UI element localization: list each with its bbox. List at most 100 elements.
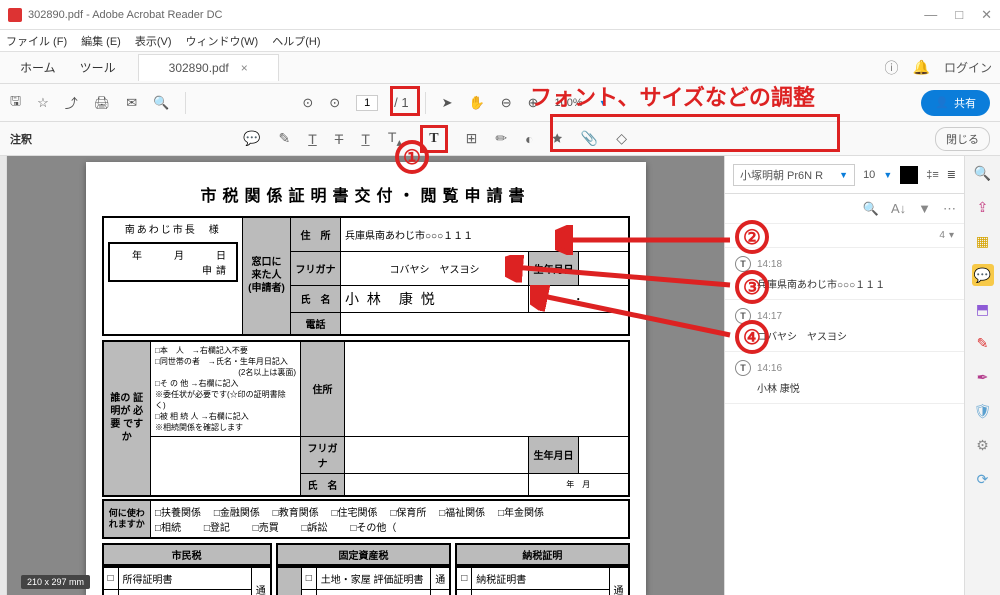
- cursor-icon[interactable]: ➤: [442, 95, 453, 111]
- use-h[interactable]: □相続: [155, 523, 181, 534]
- zoom-out-icon[interactable]: ⊖: [501, 95, 512, 111]
- tab-home[interactable]: ホーム: [8, 52, 68, 83]
- who-opt-a[interactable]: □本 人 →右欄記入不要: [155, 345, 296, 356]
- use-header: 何に使わ れますか: [103, 500, 151, 538]
- to-icon[interactable]: ⤴: [65, 93, 78, 112]
- filter-icon[interactable]: ▼: [918, 201, 931, 216]
- date-box: 年 月 日 申請: [108, 242, 239, 282]
- menu-help[interactable]: ヘルプ(H): [272, 33, 320, 49]
- use-g[interactable]: □年金関係: [498, 508, 544, 519]
- rail-convert-icon[interactable]: ⟳: [972, 468, 994, 490]
- rail-export-icon[interactable]: ⇪: [972, 196, 994, 218]
- toolbar: 🖫 ☆ ⤴ 🖨 ✉ 🔍 ⊙ ⊙ / 1 ➤ ✋ ⊖ ⊕ 100% ▼ 👤 共有: [0, 84, 1000, 122]
- comment-item[interactable]: T14:16 小林 康悦: [725, 352, 964, 404]
- menu-window[interactable]: ウィンドウ(W): [186, 33, 259, 49]
- color-swatch[interactable]: [900, 166, 918, 184]
- search-comments-icon[interactable]: 🔍: [863, 201, 879, 217]
- use-e[interactable]: □保育所: [390, 508, 426, 519]
- rail-search-icon[interactable]: 🔍: [972, 162, 994, 184]
- rail-edit-icon[interactable]: ✎: [972, 332, 994, 354]
- sort-az-icon[interactable]: A↓: [891, 201, 906, 216]
- who-opt-d[interactable]: □被 相 続 人 →右欄に記入: [155, 411, 296, 422]
- close-icon[interactable]: ✕: [981, 7, 992, 23]
- font-size[interactable]: 10: [863, 169, 875, 181]
- annot-3: ③: [735, 270, 769, 304]
- size-dropdown-icon[interactable]: ▼: [883, 170, 892, 180]
- rail-protect-icon[interactable]: 🛡: [972, 400, 994, 422]
- hand-icon[interactable]: ✋: [469, 95, 485, 111]
- tab-document[interactable]: 302890.pdf ×: [138, 54, 279, 81]
- rail-comment-icon[interactable]: 💬: [972, 264, 994, 286]
- help-icon[interactable]: ⓘ: [885, 58, 899, 78]
- login-link[interactable]: ログイン: [944, 59, 992, 76]
- annot-fontbox: [550, 114, 840, 152]
- use-a[interactable]: □扶養関係: [155, 508, 201, 519]
- comment-text: 小林 康悦: [735, 380, 954, 395]
- note-icon[interactable]: 💬: [243, 130, 260, 147]
- use-l[interactable]: □その他（: [350, 523, 396, 534]
- page-down-icon[interactable]: ⊙: [329, 95, 340, 111]
- list-icon[interactable]: ≣: [947, 168, 956, 181]
- left-rail[interactable]: [0, 156, 7, 595]
- who-opt-b[interactable]: □同世帯の者 →氏名・生年月日記入: [155, 356, 296, 367]
- menu-edit[interactable]: 編集 (E): [81, 33, 121, 49]
- underline-t-icon[interactable]: T: [308, 131, 317, 147]
- use-i[interactable]: □登記: [204, 523, 230, 534]
- menu-view[interactable]: 表示(V): [135, 33, 172, 49]
- textbox-icon[interactable]: ⊞: [466, 130, 478, 147]
- use-d[interactable]: □住宅関係: [331, 508, 377, 519]
- pencil-icon[interactable]: ✏: [495, 130, 507, 147]
- sort-dropdown-icon[interactable]: ▾: [949, 230, 954, 241]
- rail-combine-icon[interactable]: ⬒: [972, 298, 994, 320]
- font-dropdown-icon: ▼: [839, 170, 848, 180]
- page-up-icon[interactable]: ⊙: [302, 95, 313, 111]
- more-icon[interactable]: ⋯: [943, 201, 956, 217]
- rail-more-icon[interactable]: ⚙: [972, 434, 994, 456]
- maximize-icon[interactable]: □: [955, 7, 963, 23]
- use-f[interactable]: □福祉関係: [439, 508, 485, 519]
- search-icon[interactable]: 🔍: [153, 95, 169, 111]
- page-input[interactable]: [356, 95, 378, 111]
- bell-icon[interactable]: 🔔: [913, 59, 930, 76]
- mail-icon[interactable]: ✉: [126, 95, 137, 111]
- star-icon[interactable]: ☆: [37, 95, 49, 111]
- who-birth-label: 生年月日: [529, 436, 579, 473]
- form-title: 市税関係証明書交付・閲覧申請書: [102, 182, 630, 206]
- applicant-header: 窓口に 来た人 (申請者): [243, 217, 291, 335]
- titlebar: 302890.pdf - Adobe Acrobat Reader DC — □…: [0, 0, 1000, 30]
- strike-t-icon[interactable]: T: [335, 131, 344, 147]
- pdf-icon: [8, 8, 22, 22]
- who-opt-c2: ※委任状が必要です(☆印の証明書除く): [155, 389, 296, 411]
- font-name: 小塚明朝 Pr6N R: [740, 167, 823, 183]
- annot-2: ②: [735, 220, 769, 254]
- use-c[interactable]: □教育関係: [273, 508, 319, 519]
- tab-close-icon[interactable]: ×: [241, 61, 248, 75]
- highlight-icon[interactable]: ✎: [278, 130, 290, 147]
- rail-create-icon[interactable]: ▦: [972, 230, 994, 252]
- rail-sign-icon[interactable]: ✒: [972, 366, 994, 388]
- menubar: ファイル (F) 編集 (E) 表示(V) ウィンドウ(W) ヘルプ(H): [0, 30, 1000, 52]
- comment-label: 注釈: [10, 131, 32, 147]
- replace-t-icon[interactable]: T̲: [361, 131, 370, 147]
- eraser-icon[interactable]: ◐: [525, 131, 533, 147]
- minimize-icon[interactable]: —: [924, 7, 937, 23]
- use-b[interactable]: □金融関係: [214, 508, 260, 519]
- share-button[interactable]: 👤 共有: [921, 90, 990, 116]
- save-icon[interactable]: 🖫: [10, 92, 21, 114]
- document-area[interactable]: 市税関係証明書交付・閲覧申請書 南あわじ市長 様 年 月 日 申請 窓口に 来た…: [7, 156, 724, 595]
- panel-search-row: 🔍 A↓ ▼ ⋯: [725, 194, 964, 224]
- who-opt-b2: (2名以上は裏面): [155, 367, 296, 378]
- menu-file[interactable]: ファイル (F): [6, 33, 67, 49]
- use-k[interactable]: □訴訟: [301, 523, 327, 534]
- annot-label: フォント、サイズなどの調整: [530, 80, 815, 112]
- who-furi-label: フリガナ: [301, 436, 345, 473]
- close-comment-button[interactable]: 閉じる: [935, 127, 990, 151]
- use-j[interactable]: □売買: [253, 523, 279, 534]
- font-select[interactable]: 小塚明朝 Pr6N R ▼: [733, 164, 855, 186]
- addr-label: 住 所: [291, 217, 341, 251]
- arrow-4: [530, 285, 735, 345]
- linespacing-icon[interactable]: ‡≡: [926, 169, 939, 181]
- print-icon[interactable]: 🖨: [94, 95, 111, 111]
- who-opt-c[interactable]: □そ の 他 →右欄に記入: [155, 378, 296, 389]
- tab-tools[interactable]: ツール: [68, 52, 128, 83]
